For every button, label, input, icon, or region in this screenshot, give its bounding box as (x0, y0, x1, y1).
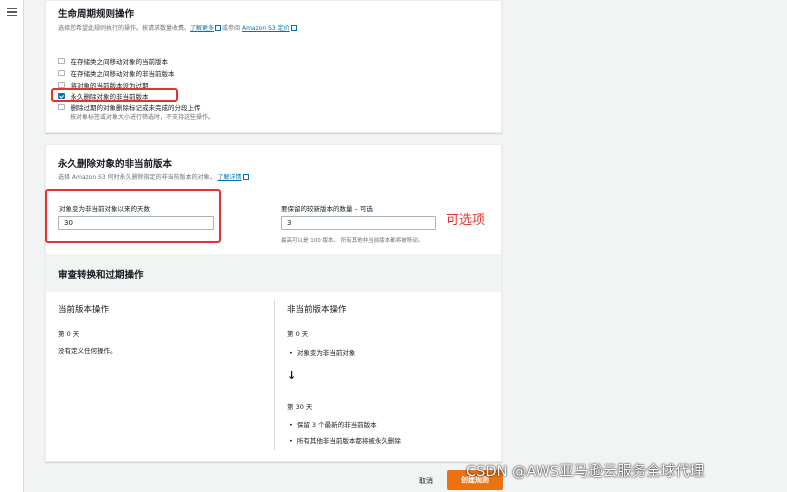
sidebar (0, 0, 24, 492)
delete-noncurrent-title: 永久删除对象的非当前版本 (58, 159, 173, 170)
s3-pricing-link[interactable]: Amazon S3 定价 (242, 25, 290, 32)
checkbox[interactable] (58, 57, 65, 65)
lifecycle-actions-title: 生命周期规则操作 (58, 9, 135, 20)
menu-icon[interactable] (7, 8, 17, 17)
review-title: 审查转换和过期操作 (58, 270, 144, 281)
external-link-icon (290, 25, 297, 31)
checkbox[interactable] (58, 103, 65, 111)
current-day-0: 第 0 天 (58, 330, 80, 338)
noncurrent-version-title: 非当前版本操作 (287, 305, 347, 315)
external-link-icon (215, 25, 222, 31)
highlight-box (45, 189, 221, 243)
learn-more-link[interactable]: 了解更多 (190, 25, 214, 32)
highlight-box (51, 88, 178, 102)
noncurrent-bullet-item: 所有其他非当前版本都将被永久删除 (289, 435, 401, 445)
versions-input[interactable] (281, 216, 436, 230)
current-version-title: 当前版本操作 (58, 305, 110, 315)
watermark: CSDN @AWS亚马逊云服务全球代理 (466, 464, 705, 480)
current-no-actions: 没有定义任何操作。 (58, 347, 117, 355)
checkbox[interactable] (58, 69, 65, 77)
delete-noncurrent-description: 选择 Amazon S3 何时永久删除指定的非当前版本的对象。 了解详情 (58, 172, 250, 181)
noncurrent-day-30: 第 30 天 (287, 403, 313, 411)
option-hint: 按对象标签或对象大小进行筛选时，不支持这些操作。 (70, 114, 215, 121)
noncurrent-bullet-item: 对象变为非当前对象 (289, 347, 356, 357)
noncurrent-bullet-item: 保留 3 个最新的非当前版本 (289, 419, 377, 429)
option-move-current-versions[interactable]: 在存储类之间移动对象的当前版本 (58, 56, 168, 66)
optional-annotation: 可选项 (446, 213, 486, 228)
option-delete-expired-markers[interactable]: 删除过期的对象删除标记或未完成的分段上传 (58, 102, 201, 112)
external-link-icon (242, 174, 249, 180)
learn-details-link[interactable]: 了解详情 (218, 174, 242, 181)
versions-field-label: 要保留的较新版本的数量 – 可选 (281, 205, 373, 213)
lifecycle-actions-description: 选择您希望此规则执行的操作。按请求数量收费。了解更多 或参阅 Amazon S3 … (58, 23, 298, 32)
versions-hint: 最高可以是 100 版本。 所有其他非当前版本都将被移动。 (281, 238, 424, 244)
column-divider (274, 300, 275, 450)
cancel-button[interactable]: 取消 (419, 476, 433, 486)
noncurrent-day-0: 第 0 天 (287, 330, 309, 338)
option-move-noncurrent-versions[interactable]: 在存储类之间移动对象的非当前版本 (58, 68, 175, 78)
arrow-down-icon: ↓ (287, 369, 297, 382)
